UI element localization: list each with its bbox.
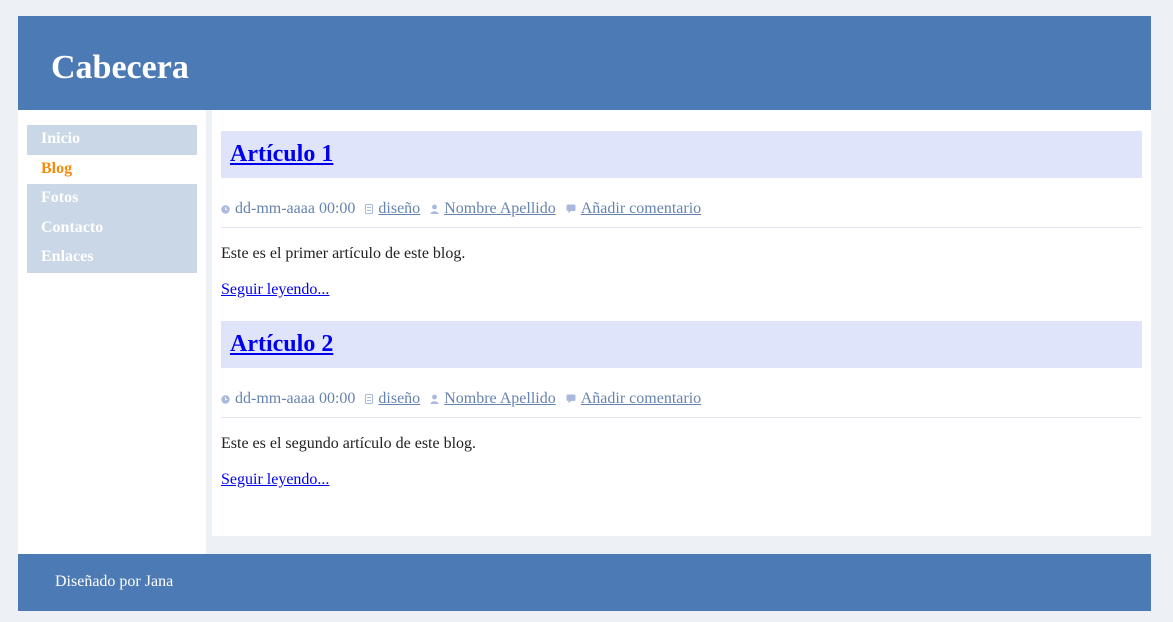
article-author-link[interactable]: Nombre Apellido [444,199,556,219]
read-more-link[interactable]: Seguir leyendo... [221,470,1142,490]
folder-icon [365,204,374,214]
article-date: dd-mm-aaaa 00:00 [221,389,355,409]
article-category-link[interactable]: diseño [378,199,420,219]
user-icon [430,394,439,404]
sidebar-nav: Inicio Blog Fotos Contacto Enlaces [27,125,197,273]
clock-icon [221,394,230,404]
site-title: Cabecera [51,49,189,86]
footer-credit: Diseñado por Jana [55,573,174,590]
article-author: Nombre Apellido [430,199,556,219]
article-author-link[interactable]: Nombre Apellido [444,389,556,409]
article-meta: dd-mm-aaaa 00:00 diseño Nombre Apellido … [221,389,1142,418]
comment-icon [566,394,576,404]
article-excerpt: Este es el segundo artículo de este blog… [221,435,477,452]
clock-icon [221,204,230,214]
article-title: Artículo 2 [221,321,1142,368]
article-meta: dd-mm-aaaa 00:00 diseño Nombre Apellido … [221,199,1142,228]
article-comments: Añadir comentario [566,389,701,409]
main-content: Artículo 1 dd-mm-aaaa 00:00 diseño Nombr… [212,110,1151,536]
add-comment-link[interactable]: Añadir comentario [581,389,701,409]
sidebar-item-enlaces[interactable]: Enlaces [27,243,197,273]
sidebar-item-inicio[interactable]: Inicio [27,125,197,155]
article-date-text: dd-mm-aaaa 00:00 [235,390,356,407]
page-footer: Diseñado por Jana [18,554,1151,611]
article: Artículo 2 dd-mm-aaaa 00:00 diseño Nombr… [221,321,1142,490]
article-category: diseño [365,199,420,219]
article-date-text: dd-mm-aaaa 00:00 [235,200,356,217]
article-author: Nombre Apellido [430,389,556,409]
user-icon [430,204,439,214]
article-excerpt: Este es el primer artículo de este blog. [221,245,466,262]
sidebar: Inicio Blog Fotos Contacto Enlaces [18,110,206,554]
read-more-link[interactable]: Seguir leyendo... [221,280,1142,300]
article-category: diseño [365,389,420,409]
sidebar-item-blog[interactable]: Blog [27,154,197,184]
sidebar-item-contacto[interactable]: Contacto [27,213,197,243]
article-title-link[interactable]: Artículo 2 [230,331,333,357]
add-comment-link[interactable]: Añadir comentario [581,199,701,219]
article-comments: Añadir comentario [566,199,701,219]
comment-icon [566,204,576,214]
article: Artículo 1 dd-mm-aaaa 00:00 diseño Nombr… [221,131,1142,300]
sidebar-item-fotos[interactable]: Fotos [27,184,197,214]
article-date: dd-mm-aaaa 00:00 [221,199,355,219]
article-category-link[interactable]: diseño [378,389,420,409]
folder-icon [365,394,374,404]
article-title-link[interactable]: Artículo 1 [230,141,333,167]
page-header: Cabecera [18,16,1151,110]
article-title: Artículo 1 [221,131,1142,178]
